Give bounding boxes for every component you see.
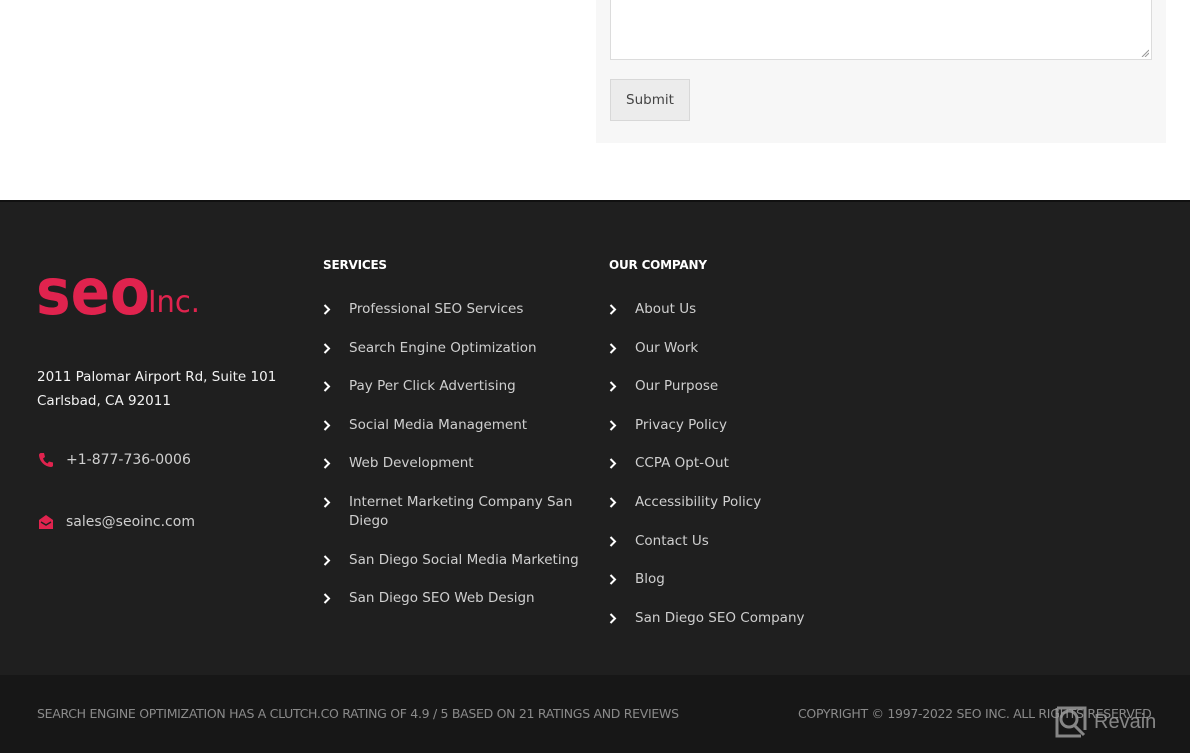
company-link[interactable]: About Us	[609, 300, 869, 319]
company-link[interactable]: Our Work	[609, 339, 869, 358]
company-link[interactable]: Accessibility Policy	[609, 493, 869, 512]
chevron-right-icon	[609, 377, 623, 396]
company-address: 2011 Palomar Airport Rd, Suite 101 Carls…	[37, 365, 276, 413]
link-label[interactable]: Professional SEO Services	[349, 300, 581, 319]
link-label[interactable]: Accessibility Policy	[635, 493, 867, 512]
chevron-right-icon	[609, 454, 623, 473]
company-link[interactable]: CCPA Opt-Out	[609, 454, 869, 473]
submit-button[interactable]: Submit	[610, 79, 690, 121]
services-link[interactable]: Search Engine Optimization	[323, 339, 593, 358]
company-link-list: About Us Our Work Our Purpose Privacy Po…	[609, 300, 869, 628]
revain-logo-icon	[1055, 706, 1087, 738]
clutch-rating-text[interactable]: SEARCH ENGINE OPTIMIZATION HAS A CLUTCH.…	[37, 706, 679, 721]
services-link[interactable]: Pay Per Click Advertising	[323, 377, 593, 396]
link-label[interactable]: Blog	[635, 570, 867, 589]
services-heading: SERVICES	[323, 258, 387, 272]
company-link[interactable]: Our Purpose	[609, 377, 869, 396]
link-label[interactable]: San Diego Social Media Marketing	[349, 551, 581, 570]
company-heading: OUR COMPANY	[609, 258, 707, 272]
footer-bottom-bar: SEARCH ENGINE OPTIMIZATION HAS A CLUTCH.…	[0, 675, 1190, 753]
services-link[interactable]: Web Development	[323, 454, 593, 473]
services-link-list: Professional SEO Services Search Engine …	[323, 300, 593, 608]
link-label[interactable]: Web Development	[349, 454, 581, 473]
envelope-open-icon	[37, 513, 55, 531]
chevron-right-icon	[323, 589, 337, 608]
services-column: SERVICES Professional SEO Services Searc…	[323, 258, 593, 628]
chevron-right-icon	[609, 416, 623, 435]
link-label[interactable]: Contact Us	[635, 532, 867, 551]
services-link[interactable]: San Diego Social Media Marketing	[323, 551, 593, 570]
seo-inc-logo[interactable]: seo Inc.	[36, 258, 206, 320]
chevron-right-icon	[323, 339, 337, 358]
chevron-right-icon	[323, 416, 337, 435]
phone-number[interactable]: +1-877-736-0006	[66, 452, 191, 468]
services-link[interactable]: Social Media Management	[323, 416, 593, 435]
revain-watermark: Revain	[1054, 705, 1156, 739]
company-link[interactable]: Blog	[609, 570, 869, 589]
link-label[interactable]: San Diego SEO Web Design	[349, 589, 581, 608]
link-label[interactable]: Internet Marketing Company San Diego	[349, 493, 581, 531]
company-link[interactable]: Privacy Policy	[609, 416, 869, 435]
chevron-right-icon	[609, 532, 623, 551]
link-label[interactable]: Social Media Management	[349, 416, 581, 435]
chevron-right-icon	[609, 300, 623, 319]
link-label[interactable]: CCPA Opt-Out	[635, 454, 867, 473]
contact-form-panel: Submit	[596, 0, 1166, 143]
link-label[interactable]: Our Work	[635, 339, 867, 358]
services-link[interactable]: San Diego SEO Web Design	[323, 589, 593, 608]
email-contact[interactable]: sales@seoinc.com	[37, 513, 195, 531]
chevron-right-icon	[323, 454, 337, 473]
chevron-right-icon	[609, 570, 623, 589]
chevron-right-icon	[609, 339, 623, 358]
link-label[interactable]: San Diego SEO Company	[635, 609, 867, 628]
address-line-2: Carlsbad, CA 92011	[37, 393, 171, 409]
chevron-right-icon	[323, 493, 337, 512]
link-label[interactable]: About Us	[635, 300, 867, 319]
chevron-right-icon	[609, 493, 623, 512]
phone-contact[interactable]: +1-877-736-0006	[37, 451, 191, 469]
revain-watermark-text: Revain	[1094, 710, 1157, 733]
company-column: OUR COMPANY About Us Our Work Our Purpos…	[609, 258, 869, 647]
page-content-area: Submit	[0, 0, 1190, 200]
address-line-1: 2011 Palomar Airport Rd, Suite 101	[37, 369, 277, 385]
link-label[interactable]: Our Purpose	[635, 377, 867, 396]
chevron-right-icon	[323, 377, 337, 396]
link-label[interactable]: Search Engine Optimization	[349, 339, 581, 358]
services-link[interactable]: Internet Marketing Company San Diego	[323, 493, 593, 531]
site-footer: seo Inc. 2011 Palomar Airport Rd, Suite …	[0, 200, 1190, 675]
chevron-right-icon	[323, 551, 337, 570]
chevron-right-icon	[323, 300, 337, 319]
logo-suffix-text: Inc.	[148, 285, 200, 320]
message-textarea[interactable]	[610, 0, 1152, 60]
company-link[interactable]: San Diego SEO Company	[609, 609, 869, 628]
resize-handle-icon[interactable]	[1141, 49, 1149, 57]
email-address[interactable]: sales@seoinc.com	[66, 514, 195, 530]
link-label[interactable]: Privacy Policy	[635, 416, 867, 435]
chevron-right-icon	[609, 609, 623, 628]
services-link[interactable]: Professional SEO Services	[323, 300, 593, 319]
phone-icon	[37, 451, 55, 469]
logo-main-text: seo	[36, 258, 150, 320]
link-label[interactable]: Pay Per Click Advertising	[349, 377, 581, 396]
company-link[interactable]: Contact Us	[609, 532, 869, 551]
